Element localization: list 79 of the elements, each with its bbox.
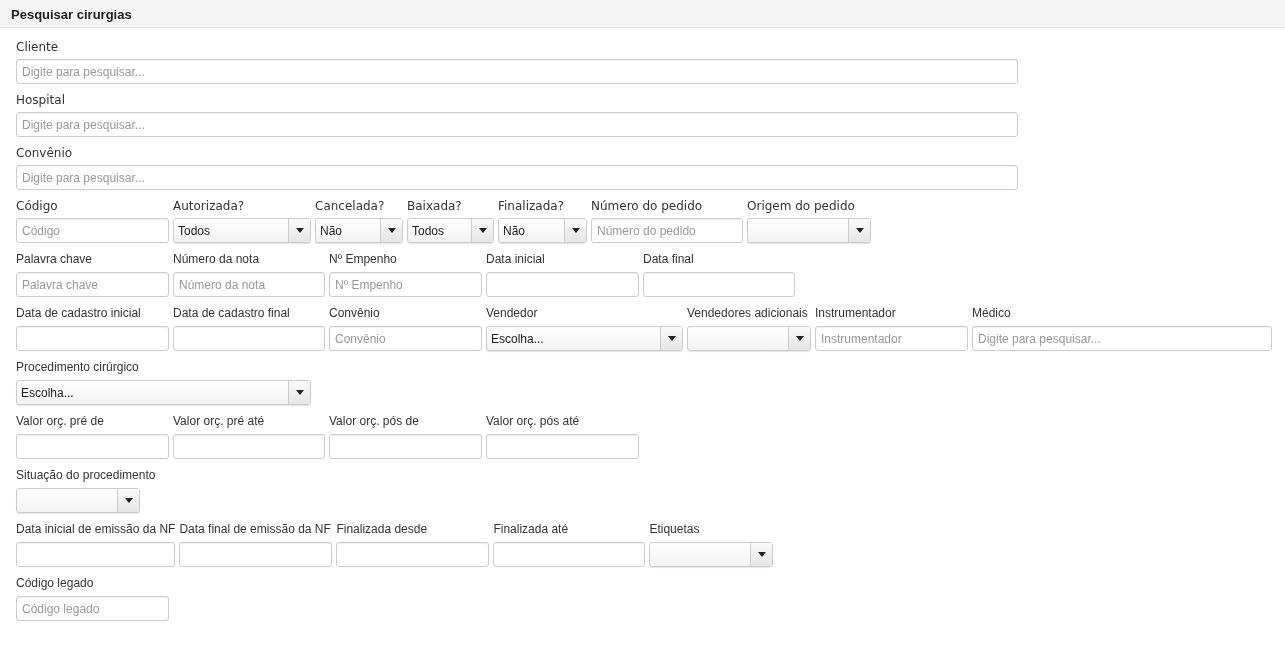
input-field[interactable]: Código (16, 218, 169, 243)
field-label: Data de cadastro final (173, 306, 291, 321)
input-field[interactable] (486, 434, 639, 459)
dropdown-field[interactable]: Todos (173, 218, 311, 243)
caret-icon (295, 228, 304, 233)
field-label: Hospital (16, 93, 66, 108)
input-field[interactable] (16, 542, 175, 567)
field-label: Valor orç. pós de (329, 414, 420, 429)
input-field[interactable] (329, 434, 482, 459)
field-label: Valor orç. pré até (173, 414, 266, 429)
field-label: Número da nota (173, 252, 261, 267)
input-field[interactable] (643, 272, 795, 297)
input-field[interactable] (173, 326, 325, 351)
field-label: Autorizada? (173, 199, 246, 214)
field-label: Nº Empenho (329, 252, 398, 267)
field-label: Situação do procedimento (16, 468, 156, 483)
input-field[interactable] (173, 434, 325, 459)
field-label: Convênio (16, 146, 74, 161)
field-label: Data final (643, 252, 695, 267)
field-label: Cliente (16, 40, 60, 55)
dropdown-field[interactable] (747, 218, 871, 243)
field-label: Palavra chave (16, 252, 94, 267)
field-label: Código legado (16, 576, 95, 591)
input-field[interactable] (16, 434, 169, 459)
field-label: Finalizada desde (336, 522, 429, 537)
caret-icon (855, 228, 864, 233)
input-field[interactable]: Nº Empenho (329, 272, 482, 297)
dropdown-field[interactable]: Escolha... (16, 380, 311, 405)
field-label: Finalizada até (493, 522, 570, 537)
caret-icon (571, 228, 580, 233)
field-label: Origem do pedido (747, 199, 856, 214)
caret-icon (795, 336, 804, 341)
input-field[interactable] (486, 272, 639, 297)
input-field[interactable] (336, 542, 490, 567)
field-label: Procedimento cirúrgico (16, 360, 140, 375)
dropdown-field[interactable]: Escolha... (486, 326, 683, 351)
input-field[interactable]: Digite para pesquisar... (16, 59, 1018, 84)
field-label: Cancelada? (315, 199, 386, 214)
caret-icon (757, 552, 766, 557)
field-label: Etiquetas (649, 522, 701, 537)
dropdown-field[interactable]: Não (315, 218, 403, 243)
field-label: Convênio (329, 306, 381, 321)
caret-icon (124, 498, 133, 503)
field-label: Data inicial (486, 252, 546, 267)
field-label: Finalizada? (498, 199, 565, 214)
input-field[interactable]: Convênio (329, 326, 482, 351)
caret-icon (387, 228, 396, 233)
field-label: Médico (972, 306, 1012, 321)
field-label: Baixada? (407, 199, 463, 214)
input-field[interactable]: Código legado (16, 596, 169, 621)
field-label: Vendedores adicionais (687, 306, 809, 321)
caret-icon (478, 228, 487, 233)
input-field[interactable] (493, 542, 646, 567)
input-field[interactable] (179, 542, 333, 567)
field-label: Número do pedido (591, 199, 704, 214)
input-field[interactable] (16, 326, 169, 351)
input-field[interactable]: Digite para pesquisar... (16, 112, 1018, 137)
input-field[interactable]: Número do pedido (591, 218, 743, 243)
panel-title: Pesquisar cirurgias (0, 0, 1285, 28)
field-label: Data inicial de emissão da NF (16, 522, 176, 537)
dropdown-field[interactable] (649, 542, 774, 567)
caret-icon (667, 336, 676, 341)
input-field[interactable]: Digite para pesquisar... (972, 326, 1272, 351)
input-field[interactable]: Palavra chave (16, 272, 169, 297)
input-field[interactable]: Número da nota (173, 272, 325, 297)
caret-icon (295, 390, 304, 395)
dropdown-field[interactable]: Não (498, 218, 587, 243)
dropdown-field[interactable]: Todos (407, 218, 494, 243)
field-label: Vendedor (486, 306, 539, 321)
field-label: Instrumentador (815, 306, 897, 321)
field-label: Data de cadastro inicial (16, 306, 142, 321)
field-label: Valor orç. pré de (16, 414, 105, 429)
field-label: Valor orç. pós até (486, 414, 581, 429)
input-field[interactable]: Instrumentador (815, 326, 968, 351)
input-field[interactable]: Digite para pesquisar... (16, 165, 1018, 190)
dropdown-field[interactable] (16, 488, 140, 513)
field-label: Código (16, 199, 59, 214)
dropdown-field[interactable] (687, 326, 811, 351)
field-label: Data final de emissão da NF (179, 522, 332, 537)
